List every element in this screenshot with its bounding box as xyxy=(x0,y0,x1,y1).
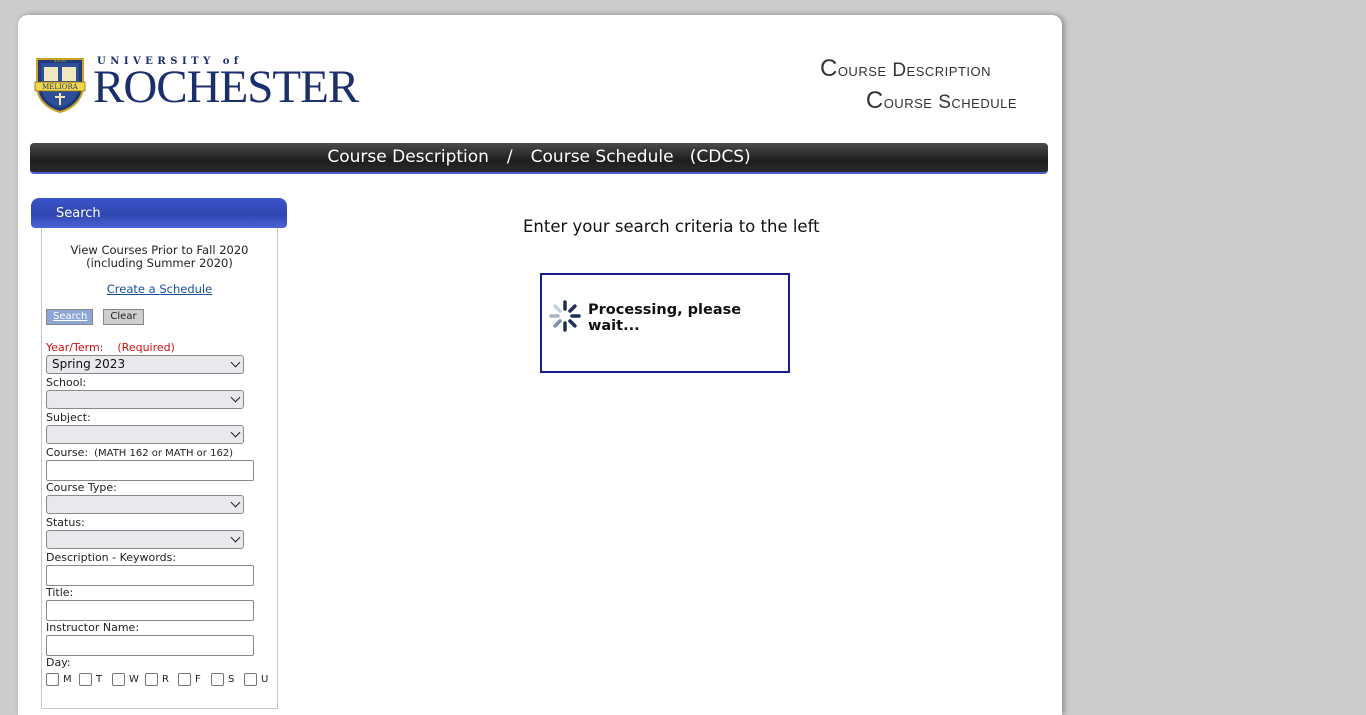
status-select[interactable] xyxy=(46,530,244,549)
banner-part2: Course Schedule xyxy=(530,147,674,167)
logo-rochester-text: ROCHESTER xyxy=(93,61,359,113)
keywords-label: Description - Keywords: xyxy=(46,551,177,564)
school-label: School: xyxy=(46,376,87,389)
checkbox[interactable] xyxy=(145,673,158,686)
instructor-field: Instructor Name: xyxy=(46,621,254,656)
checkbox[interactable] xyxy=(178,673,191,686)
day-checkbox-u[interactable]: U xyxy=(244,673,274,686)
create-schedule-link[interactable]: Create a Schedule xyxy=(107,282,212,296)
chevron-down-icon xyxy=(230,427,241,438)
header-title-line1: Course Description xyxy=(819,55,991,82)
chevron-down-icon xyxy=(230,392,241,403)
day-label: Day: xyxy=(46,656,71,669)
create-schedule-container: Create a Schedule xyxy=(42,282,277,296)
search-buttons: Search Clear xyxy=(46,309,144,325)
search-tab[interactable]: Search xyxy=(31,198,287,228)
prior-line2: (including Summer 2020) xyxy=(86,256,233,270)
checkbox[interactable] xyxy=(79,673,92,686)
day-checkbox-s[interactable]: S xyxy=(211,673,241,686)
processing-dialog: Processing, please wait... xyxy=(540,273,790,373)
instructor-label: Instructor Name: xyxy=(46,621,140,634)
prior-courses-link[interactable]: View Courses Prior to Fall 2020 (includi… xyxy=(42,244,277,270)
subject-field: Subject: xyxy=(46,411,244,444)
page-container: MELIORA 1850 UNIVERSITY of ROCHESTER Cou… xyxy=(18,15,1062,715)
day-checkbox-t[interactable]: T xyxy=(79,673,109,686)
clear-button[interactable]: Clear xyxy=(103,309,144,325)
search-prompt: Enter your search criteria to the left xyxy=(523,217,820,236)
day-checkbox-m[interactable]: M xyxy=(46,673,76,686)
search-panel: View Courses Prior to Fall 2020 (includi… xyxy=(41,228,278,709)
course-type-select[interactable] xyxy=(46,495,244,514)
school-select[interactable] xyxy=(46,390,244,409)
title-field: Title: xyxy=(46,586,254,621)
banner-separator: / xyxy=(506,147,513,167)
chevron-down-icon xyxy=(230,497,241,508)
day-checkbox-w[interactable]: W xyxy=(112,673,142,686)
day-checkboxes: M T W R F S U xyxy=(46,673,274,686)
year-term-field: Year/Term: (Required) Spring 2023 xyxy=(46,341,244,374)
loading-spinner-icon xyxy=(549,300,581,332)
svg-text:1850: 1850 xyxy=(54,58,67,64)
university-seal-icon: MELIORA 1850 xyxy=(34,58,86,113)
checkbox[interactable] xyxy=(112,673,125,686)
svg-text:MELIORA: MELIORA xyxy=(42,83,79,91)
title-label: Title: xyxy=(46,586,74,599)
subject-label: Subject: xyxy=(46,411,91,424)
course-field: Course: (MATH 162 or MATH or 162) xyxy=(46,446,254,481)
checkbox[interactable] xyxy=(211,673,224,686)
checkbox[interactable] xyxy=(46,673,59,686)
status-label: Status: xyxy=(46,516,85,529)
banner-part1: Course Description xyxy=(327,147,489,167)
course-input[interactable] xyxy=(46,460,254,481)
course-hint: (MATH 162 or MATH or 162) xyxy=(94,448,234,459)
keywords-field: Description - Keywords: xyxy=(46,551,254,586)
header-title-line2: Course Schedule xyxy=(865,87,1017,114)
processing-text: Processing, please wait... xyxy=(588,302,742,334)
subject-select[interactable] xyxy=(46,425,244,444)
school-field: School: xyxy=(46,376,244,409)
title-input[interactable] xyxy=(46,600,254,621)
keywords-input[interactable] xyxy=(46,565,254,586)
title-banner: Course Description / Course Schedule (CDCS… xyxy=(30,143,1048,174)
course-type-label: Course Type: xyxy=(46,481,117,494)
page-header-title: Course Description Course Schedule xyxy=(820,55,1017,115)
instructor-input[interactable] xyxy=(46,635,254,656)
day-checkbox-f[interactable]: F xyxy=(178,673,208,686)
checkbox[interactable] xyxy=(244,673,257,686)
banner-abbrev: (CDCS) xyxy=(689,147,751,167)
day-checkbox-r[interactable]: R xyxy=(145,673,175,686)
course-label: Course: (MATH 162 or MATH or 162) xyxy=(46,446,234,459)
chevron-down-icon xyxy=(230,357,241,368)
year-term-label: Year/Term: (Required) xyxy=(46,341,175,354)
university-logo[interactable]: MELIORA 1850 UNIVERSITY of ROCHESTER xyxy=(31,55,359,115)
status-field: Status: xyxy=(46,516,244,549)
chevron-down-icon xyxy=(230,532,241,543)
search-button[interactable]: Search xyxy=(46,309,93,325)
day-field: Day: M T W R F S U xyxy=(46,656,274,686)
year-term-select[interactable]: Spring 2023 xyxy=(46,355,244,374)
course-type-field: Course Type: xyxy=(46,481,244,514)
